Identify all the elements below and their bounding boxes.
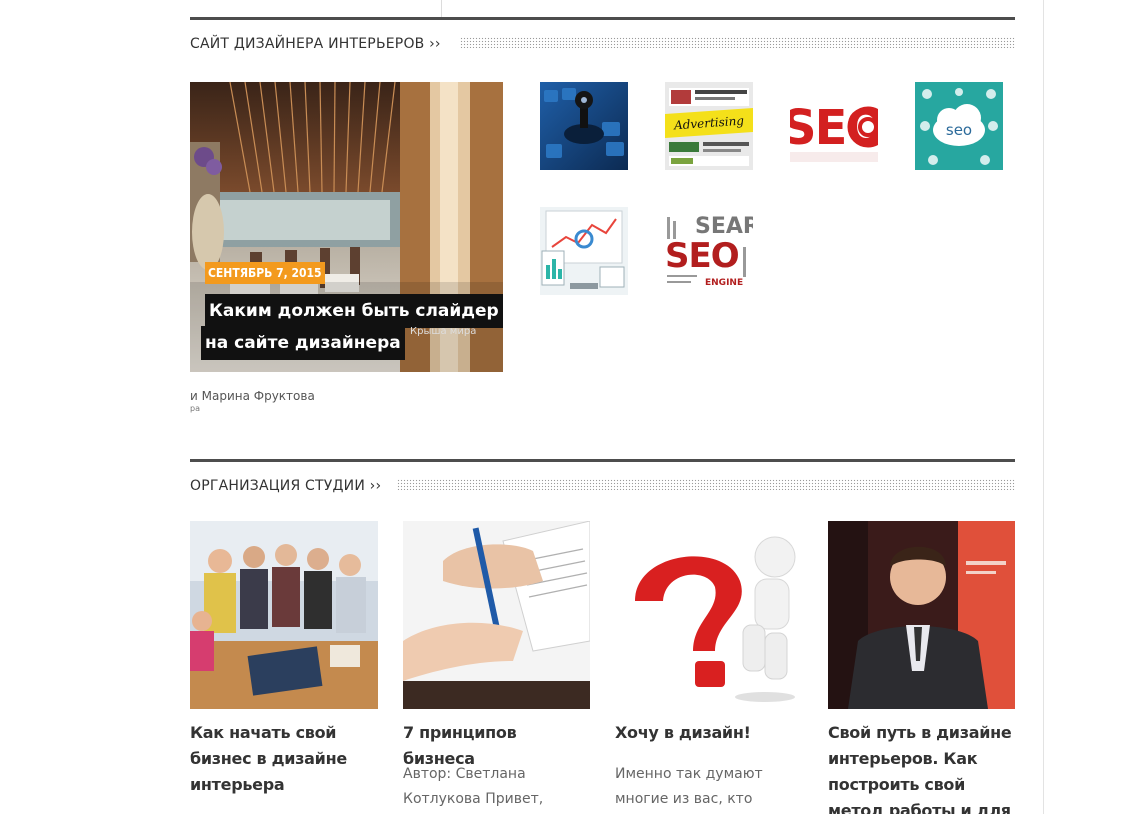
featured-credit-sub: ра [190, 404, 200, 413]
section-header-studio: ОРГАНИЗАЦИЯ СТУДИИ ›› [190, 459, 1015, 519]
section-title-studio[interactable]: ОРГАНИЗАЦИЯ СТУДИИ ›› [190, 478, 394, 494]
article-excerpt-2: Автор: Светлана Котлукова Привет, [403, 766, 544, 807]
thumbnail-seo-search-text: SEO [665, 236, 739, 276]
featured-credit: и Марина Фруктова [190, 389, 315, 403]
article-image-2[interactable] [403, 521, 590, 709]
thumbnail-seo-cloud[interactable]: seo [915, 82, 1003, 170]
thumbnail-key-keyboard[interactable] [540, 82, 628, 170]
article-image-3[interactable] [615, 521, 803, 709]
article-title-4[interactable]: Свой путь в дизайне интерьеров. Как пост… [828, 720, 1016, 814]
section-bar [190, 459, 1015, 462]
featured-image-caption: Крыша мира [410, 326, 477, 337]
section-dots [397, 479, 1015, 490]
svg-text:ENGINE: ENGINE [705, 278, 743, 288]
content-border [1043, 0, 1044, 814]
column-divider [441, 0, 442, 17]
thumbnail-advertising[interactable]: Advertising [665, 82, 753, 170]
article-excerpt-3: Именно так думают многие из вас, кто [615, 766, 763, 807]
article-image-1[interactable] [190, 521, 378, 709]
section-bar [190, 17, 1015, 20]
featured-post-title-line-2[interactable]: на сайте дизайнера [201, 326, 405, 360]
featured-post-title-line-1[interactable]: Каким должен быть слайдер [205, 294, 503, 328]
thumbnail-analytics-devices[interactable] [540, 207, 628, 295]
article-title-3[interactable]: Хочу в дизайн! [615, 720, 803, 746]
article-title-1[interactable]: Как начать свой бизнес в дизайне интерье… [190, 720, 378, 798]
thumbnail-seo-search-engine[interactable]: SEAR SEO ENGINE [665, 207, 753, 295]
section-title-designer-site[interactable]: САЙТ ДИЗАЙНЕРА ИНТЕРЬЕРОВ ›› [190, 36, 453, 52]
section-header-designer-site: САЙТ ДИЗАЙНЕРА ИНТЕРЬЕРОВ ›› [190, 17, 1015, 77]
thumbnail-seo-red[interactable]: SEO [790, 82, 878, 170]
section-dots [460, 37, 1015, 48]
featured-post-date: СЕНТЯБРЬ 7, 2015 [205, 262, 325, 284]
article-image-4[interactable] [828, 521, 1015, 709]
thumbnail-seo-cloud-text: seo [946, 121, 972, 139]
